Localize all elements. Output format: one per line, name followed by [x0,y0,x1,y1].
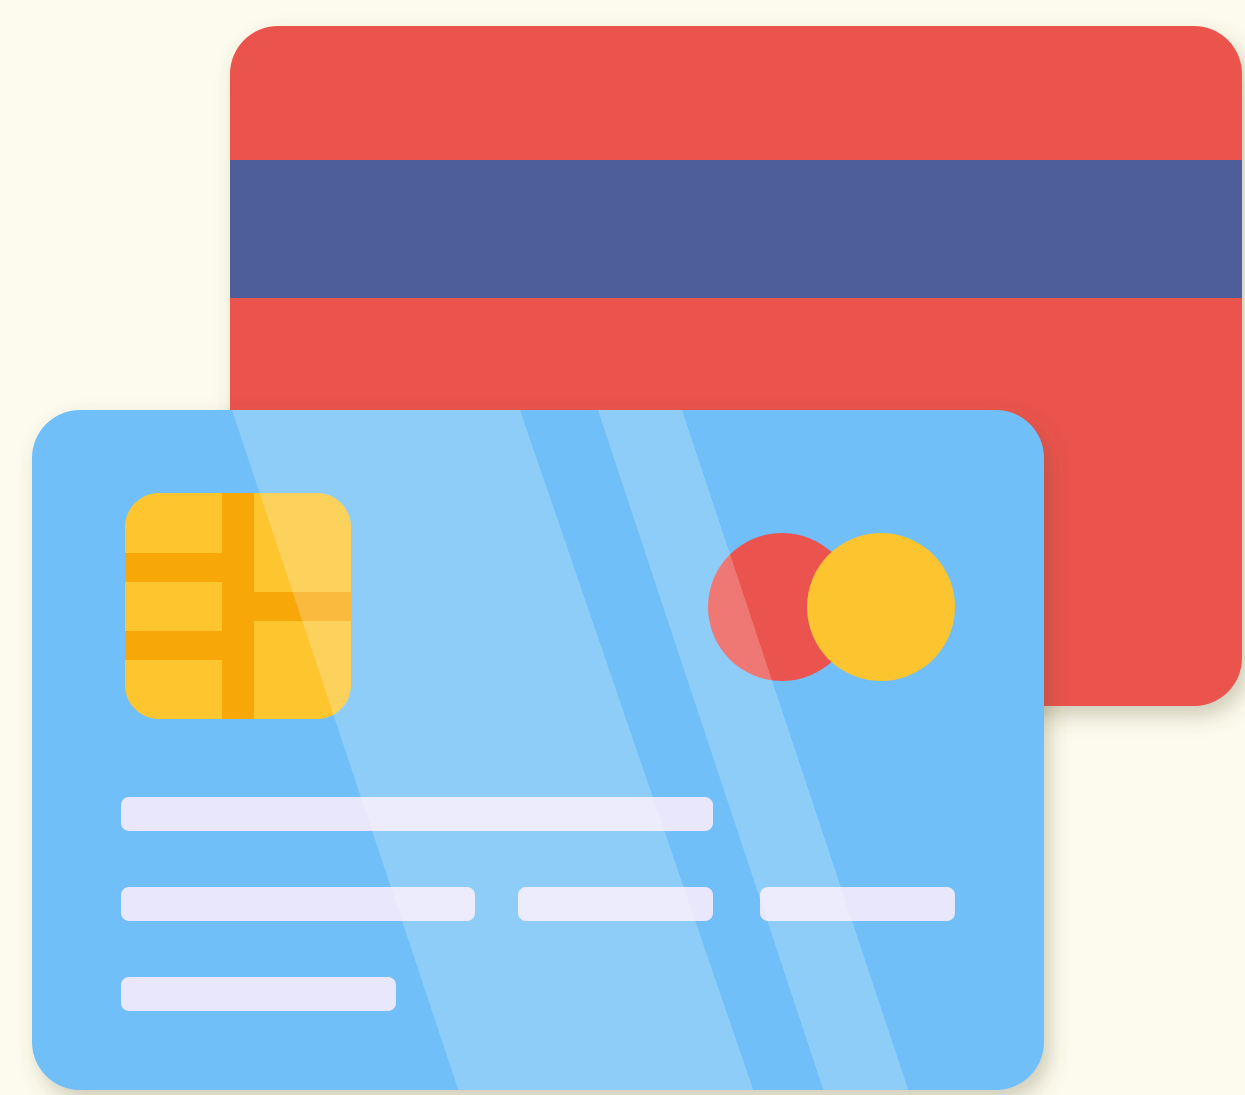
front-card [32,410,1044,1090]
logo-circle-right [807,533,955,681]
credit-cards-illustration [0,0,1245,1095]
magnetic-stripe [230,160,1242,298]
cardholder-name-bar [121,977,396,1011]
credit-cards-icon [32,26,1242,1090]
